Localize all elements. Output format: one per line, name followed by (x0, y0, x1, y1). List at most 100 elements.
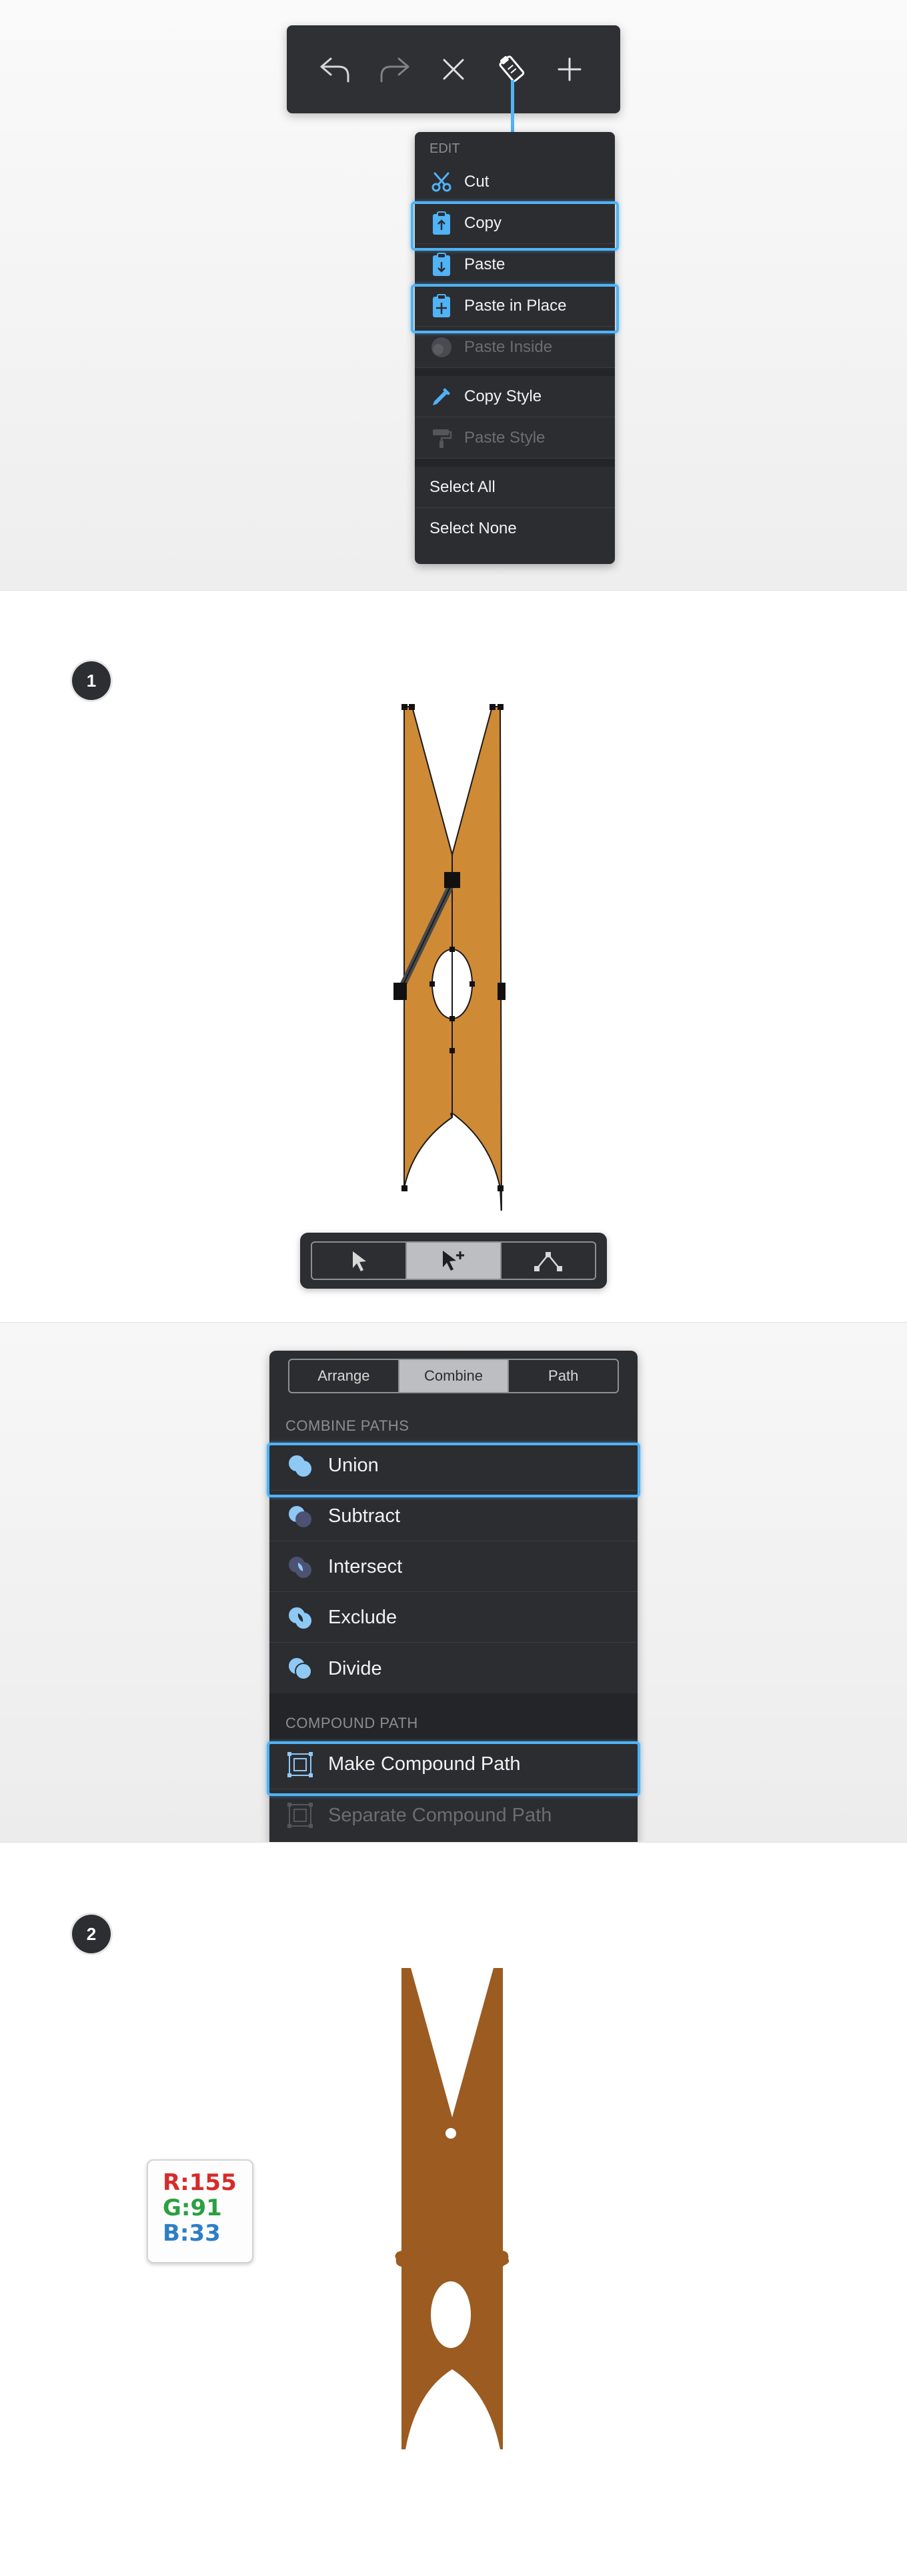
menu-item-paste-inside[interactable]: Paste Inside (415, 327, 615, 368)
clipboard-place-icon (428, 293, 455, 319)
color-green-value: G:91 (163, 2195, 222, 2221)
menu-divider (415, 459, 615, 467)
anchor-point (470, 981, 475, 987)
eyedropper-icon (428, 383, 455, 410)
anchor-point (449, 947, 455, 952)
color-blue-value: B:33 (163, 2220, 221, 2247)
anchor-point (401, 704, 407, 710)
plus-icon[interactable] (548, 48, 591, 91)
compound-path-label: COMPOUND PATH (285, 1715, 418, 1731)
anchor-point (429, 981, 435, 987)
clothespin-outline (393, 704, 506, 1211)
union-button[interactable]: Union (269, 1441, 638, 1491)
menu-item-label: Paste in Place (464, 296, 567, 315)
anchor-point (498, 704, 504, 710)
paint-roller-icon (428, 425, 455, 451)
step-1-section: 1 (0, 590, 907, 1322)
tab-combine[interactable]: Combine (399, 1360, 510, 1392)
menu-item-label: Cut (464, 172, 490, 191)
menu-connector-line (511, 80, 514, 133)
divide-icon (285, 1654, 315, 1683)
menu-item-label: Paste Style (464, 428, 546, 447)
scissors-icon (428, 169, 455, 195)
edit-menu: EDIT Cut Copy Paste Paste in Place Paste… (415, 132, 615, 564)
exclude-button[interactable]: Exclude (269, 1593, 638, 1643)
menu-item-paste-in-place[interactable]: Paste in Place (415, 285, 615, 327)
undo-icon[interactable] (313, 48, 356, 91)
anchor-point (498, 983, 506, 1000)
clothespin-merged-hole (431, 2281, 471, 2348)
anchor-point (449, 1048, 455, 1053)
intersect-icon (285, 1553, 315, 1582)
tab-arrange[interactable]: Arrange (289, 1360, 399, 1392)
exclude-label: Exclude (328, 1607, 397, 1628)
anchor-point (444, 872, 460, 888)
menu-item-paste[interactable]: Paste (415, 244, 615, 285)
clipboard-copy-icon (428, 210, 455, 237)
menu-divider (415, 368, 615, 376)
selection-tool-bar (300, 1233, 607, 1289)
divide-label: Divide (328, 1657, 382, 1679)
step-badge: 1 (72, 661, 111, 700)
menu-item-label: Copy Style (464, 387, 542, 405)
close-icon[interactable] (432, 48, 475, 91)
select-arrow-icon (353, 1251, 366, 1271)
clothespin-pin-hole (445, 2128, 456, 2139)
tool-segmented-control (311, 1241, 596, 1280)
color-red-value: R:155 (163, 2169, 237, 2196)
menu-item-label: Select All (429, 477, 496, 496)
menu-item-select-all[interactable]: Select All (415, 467, 615, 508)
direct-select-tool-button[interactable] (407, 1243, 502, 1279)
intersect-label: Intersect (328, 1556, 403, 1577)
clipboard-paste-icon (428, 251, 455, 278)
node-tool-icon (534, 1252, 562, 1271)
menu-item-copy-style[interactable]: Copy Style (415, 376, 615, 417)
subtract-button[interactable]: Subtract (269, 1492, 638, 1541)
anchor-point (409, 704, 415, 710)
separate-compound-icon (285, 1801, 315, 1830)
anchor-point (490, 704, 496, 710)
menu-item-label: Paste Inside (464, 337, 553, 356)
subtract-label: Subtract (328, 1505, 400, 1527)
anchor-point (498, 1185, 504, 1191)
edit-menu-header: EDIT (429, 141, 460, 156)
panel-tabs: Arrange Combine Path (288, 1359, 619, 1393)
union-icon (285, 1451, 315, 1481)
tab-path[interactable]: Path (509, 1360, 618, 1392)
select-tool-button[interactable] (312, 1243, 407, 1279)
separate-compound-path-button[interactable]: Separate Compound Path (269, 1791, 638, 1840)
color-swatch-card: R:155 G:91 B:33 (147, 2159, 253, 2263)
compound-path-icon (285, 1750, 315, 1779)
exclude-icon (285, 1603, 315, 1633)
step-2-section: 2 R:155 G:91 B:33 (0, 1842, 907, 2576)
circle-icon (428, 334, 455, 361)
node-tool-button[interactable] (502, 1243, 595, 1279)
edit-toolbar (287, 25, 620, 113)
subtract-icon (285, 1502, 315, 1531)
combine-panel: Arrange Combine Path COMBINE PATHS Union… (269, 1351, 638, 1843)
clothespin-merged-shape (395, 1968, 510, 2449)
menu-item-select-none[interactable]: Select None (415, 508, 615, 549)
redo-icon[interactable] (373, 48, 416, 91)
combine-paths-label: COMBINE PATHS (285, 1417, 409, 1434)
divide-button[interactable]: Divide (269, 1644, 638, 1693)
menu-item-label: Select None (429, 519, 517, 537)
anchor-point (401, 1185, 407, 1191)
menu-item-label: Paste (464, 255, 506, 273)
menu-item-label: Copy (464, 213, 502, 232)
make-compound-path-label: Make Compound Path (328, 1753, 521, 1775)
edit-menu-section: EDIT Cut Copy Paste Paste in Place Paste… (0, 0, 907, 590)
step-badge: 2 (72, 1915, 111, 1953)
combine-section: Arrange Combine Path COMBINE PATHS Union… (0, 1322, 907, 1843)
union-label: Union (328, 1455, 379, 1476)
separate-compound-path-label: Separate Compound Path (328, 1804, 552, 1826)
clothespin-merged (395, 1968, 510, 2449)
menu-item-cut[interactable]: Cut (415, 161, 615, 203)
anchor-point (449, 1016, 455, 1021)
menu-item-copy[interactable]: Copy (415, 203, 615, 244)
menu-item-paste-style[interactable]: Paste Style (415, 417, 615, 459)
make-compound-path-button[interactable]: Make Compound Path (269, 1740, 638, 1789)
direct-select-plus-icon (443, 1251, 464, 1271)
anchor-point (393, 983, 407, 1000)
intersect-button[interactable]: Intersect (269, 1543, 638, 1592)
